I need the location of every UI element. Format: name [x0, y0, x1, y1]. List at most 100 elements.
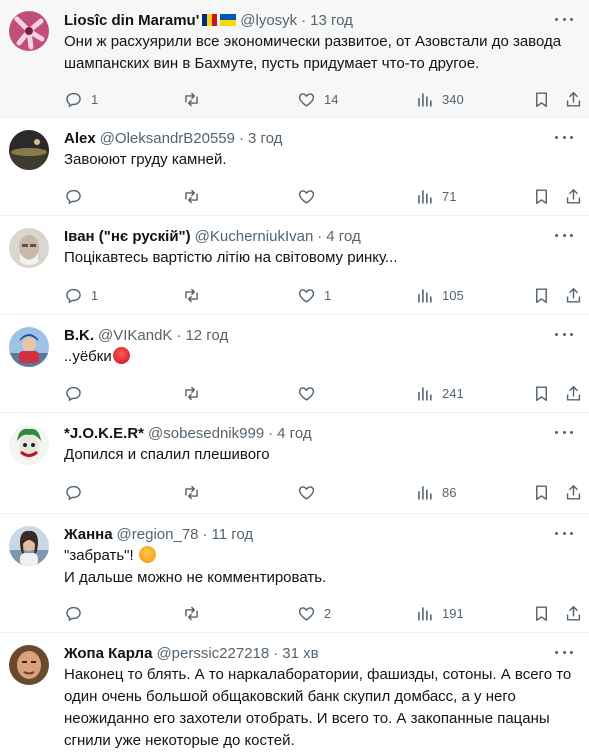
views-button[interactable]: 241 — [415, 384, 464, 403]
like-button[interactable]: 1 — [297, 286, 331, 305]
like-icon — [297, 187, 316, 206]
avatar[interactable] — [9, 425, 49, 465]
bookmark-icon — [532, 483, 551, 502]
retweet-button[interactable] — [182, 286, 201, 305]
timestamp[interactable]: 11 год — [212, 526, 254, 543]
separator-dot: · — [268, 424, 274, 442]
reply-button[interactable] — [64, 604, 83, 623]
retweet-button[interactable] — [182, 384, 201, 403]
angry-face-emoji-icon — [112, 347, 130, 364]
like-icon — [297, 286, 316, 305]
timestamp[interactable]: 4 год — [277, 425, 311, 442]
like-button[interactable]: 14 — [297, 90, 338, 109]
avatar[interactable] — [9, 327, 49, 367]
bookmark-button[interactable] — [532, 286, 551, 305]
tweet[interactable]: Liosîc din Maramu' @lyosyk · 13 год Они … — [0, 0, 589, 118]
retweet-button[interactable] — [182, 483, 201, 502]
author-handle[interactable]: @region_78 — [117, 526, 199, 543]
reply-button[interactable] — [64, 187, 83, 206]
views-button[interactable]: 86 — [415, 483, 456, 502]
bookmark-button[interactable] — [532, 384, 551, 403]
separator-dot: · — [176, 326, 182, 344]
avatar[interactable] — [9, 11, 49, 51]
author-handle[interactable]: @VIKandK — [98, 327, 172, 344]
avatar[interactable] — [9, 130, 49, 170]
ukraine-flag-icon — [220, 14, 237, 26]
views-button[interactable]: 105 — [415, 286, 464, 305]
author-name[interactable]: Жопа Карла — [64, 645, 152, 662]
views-button[interactable]: 191 — [415, 604, 464, 623]
author-name[interactable]: Liosîc din Maramu' — [64, 12, 199, 29]
separator-dot: · — [301, 11, 307, 29]
more-icon[interactable] — [555, 130, 573, 144]
more-icon[interactable] — [555, 425, 573, 439]
bookmark-button[interactable] — [532, 483, 551, 502]
share-button[interactable] — [564, 604, 583, 623]
reply-button[interactable] — [64, 483, 83, 502]
author-name[interactable]: *J.O.K.E.R* — [64, 425, 144, 442]
like-count: 2 — [324, 605, 332, 621]
timestamp[interactable]: 31 хв — [282, 645, 318, 662]
share-icon — [564, 286, 583, 305]
avatar[interactable] — [9, 645, 49, 685]
bookmark-icon — [532, 604, 551, 623]
author-name[interactable]: Alex — [64, 130, 96, 147]
action-bar: 2 191 — [64, 594, 573, 632]
like-button[interactable] — [297, 483, 316, 502]
reply-button[interactable]: 1 — [64, 286, 98, 305]
romania-flag-icon — [202, 14, 218, 26]
author-name[interactable]: B.K. — [64, 327, 94, 344]
tweet[interactable]: Жанна @region_78 · 11 год "забрать"! И д… — [0, 514, 589, 633]
more-icon[interactable] — [555, 228, 573, 242]
retweet-button[interactable] — [182, 90, 201, 109]
like-button[interactable] — [297, 384, 316, 403]
more-icon[interactable] — [555, 12, 573, 26]
views-button[interactable]: 340 — [415, 90, 464, 109]
author-name[interactable]: Іван ("нє рускій") — [64, 228, 191, 245]
more-icon[interactable] — [555, 327, 573, 341]
retweet-button[interactable] — [182, 187, 201, 206]
tweet[interactable]: Іван ("нє рускій") @KucherniukIvan · 4 г… — [0, 216, 589, 315]
reply-icon — [64, 483, 83, 502]
bookmark-button[interactable] — [532, 187, 551, 206]
reply-button[interactable] — [64, 384, 83, 403]
reply-button[interactable]: 1 — [64, 90, 98, 109]
share-button[interactable] — [564, 90, 583, 109]
author-handle[interactable]: @perssic227218 — [156, 645, 269, 662]
share-icon — [564, 384, 583, 403]
author-name[interactable]: Жанна — [64, 526, 113, 543]
avatar[interactable] — [9, 526, 49, 566]
author-handle[interactable]: @OleksandrB20559 — [100, 130, 235, 147]
author-handle[interactable]: @lyosyk — [240, 12, 297, 29]
share-button[interactable] — [564, 384, 583, 403]
avatar[interactable] — [9, 228, 49, 268]
author-handle[interactable]: @KucherniukIvan — [195, 228, 314, 245]
tweet[interactable]: Жопа Карла @perssic227218 · 31 хв Наконе… — [0, 633, 589, 753]
retweet-icon — [182, 483, 201, 502]
tweet[interactable]: Alex @OleksandrB20559 · 3 год Завоюют гр… — [0, 118, 589, 216]
like-icon — [297, 483, 316, 502]
views-count: 105 — [442, 287, 464, 303]
bookmark-button[interactable] — [532, 90, 551, 109]
tweet[interactable]: *J.O.K.E.R* @sobesednik999 · 4 год Допил… — [0, 413, 589, 514]
timestamp[interactable]: 12 год — [185, 327, 228, 344]
views-count: 241 — [442, 385, 464, 401]
views-count: 71 — [442, 188, 457, 204]
like-button[interactable]: 2 — [297, 604, 331, 623]
retweet-button[interactable] — [182, 604, 201, 623]
share-icon — [564, 483, 583, 502]
views-count: 191 — [442, 605, 464, 621]
more-icon[interactable] — [555, 526, 573, 540]
share-button[interactable] — [564, 286, 583, 305]
author-handle[interactable]: @sobesednik999 — [148, 425, 264, 442]
tweet[interactable]: B.K. @VIKandK · 12 год ..уёбки 241 — [0, 315, 589, 413]
timestamp[interactable]: 3 год — [248, 130, 282, 147]
share-button[interactable] — [564, 483, 583, 502]
more-icon[interactable] — [555, 645, 573, 659]
views-button[interactable]: 71 — [415, 187, 456, 206]
timestamp[interactable]: 4 год — [326, 228, 360, 245]
share-button[interactable] — [564, 187, 583, 206]
bookmark-button[interactable] — [532, 604, 551, 623]
timestamp[interactable]: 13 год — [310, 12, 353, 29]
like-button[interactable] — [297, 187, 316, 206]
